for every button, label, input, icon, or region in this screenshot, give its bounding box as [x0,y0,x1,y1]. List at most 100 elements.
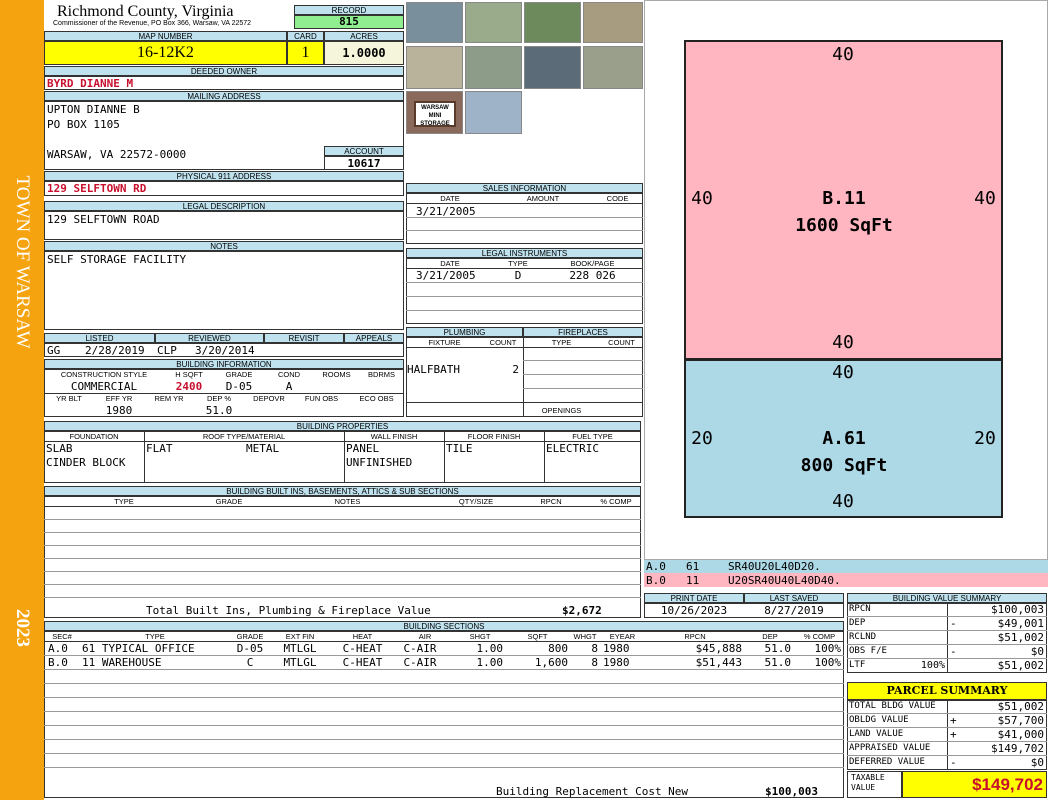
parcel-label: OBLDG VALUE [849,715,909,725]
b-section-name: B.11 [822,188,866,209]
acres-header: ACRES [324,31,404,41]
openings-label: OPENINGS [541,406,582,415]
instr-book: 228 026 [569,269,616,282]
property-photo[interactable] [524,46,581,89]
sec-b-extfin: MTLGL [283,656,317,669]
sec-a-heat: C-HEAT [342,642,383,655]
instr-col-book: BOOK/PAGE [570,259,615,268]
deeded-owner: BYRD DIANNE M [47,77,134,90]
b-dim-left: 40 [691,188,713,209]
replacement-cost: $100,003 [765,785,818,798]
parcel-value: $0 [1030,756,1044,769]
year-label: 2023 [12,609,33,647]
sec-b-rpcn: $51,443 [695,656,742,669]
sales-col-date: DATE [440,194,460,203]
sec-a-grade: D-05 [236,642,264,655]
revisit-header: REVISIT [264,333,344,343]
parcel-sign: - [950,756,957,769]
divider [44,725,844,726]
taxable-label: TAXABLE VALUE [851,773,885,792]
account-header: ACCOUNT [324,146,404,156]
sec-col-comp: % COMP [803,632,836,641]
last-saved-header: LAST SAVED [744,593,844,603]
b-dim-bottom: 40 [832,332,854,353]
roof-type: FLAT [146,442,173,455]
divider [947,603,948,673]
divider [344,431,345,483]
physical-header: PHYSICAL 911 ADDRESS [44,171,404,181]
property-photo[interactable] [406,2,463,43]
bvs-value: $51,002 [997,631,1044,644]
legend-a-id: A.0 [646,560,666,573]
divider [44,669,844,670]
plumb-col-fixture: FIXTURE [428,338,461,347]
col-bdrms: BDRMS [367,370,396,379]
bi-col-notes: NOTES [334,497,361,506]
divider [406,217,643,218]
property-photo[interactable] [465,46,522,89]
instr-type: D [514,269,522,282]
prop-col-roof: ROOF TYPE/MATERIAL [202,432,286,441]
sec-a-shgt: 1.00 [476,642,504,655]
divider [44,739,844,740]
legal-description: 129 SELFTOWN ROAD [47,213,160,226]
dep-value: 51.0 [205,404,233,417]
sec-a-whgt: 8 [591,642,598,655]
property-photo[interactable] [583,46,643,89]
mailing-header: MAILING ADDRESS [44,91,404,101]
eff-yr-value: 1980 [105,404,133,417]
wall-finish-1: PANEL [346,442,380,455]
bvs-value: $51,002 [997,659,1044,672]
a-dim-bottom: 40 [832,491,854,512]
mailing-line1: UPTON DIANNE B [47,103,140,116]
sec-a-air: C-AIR [403,642,437,655]
prop-col-wall: WALL FINISH [370,432,418,441]
divider [44,697,844,698]
notes-text: SELF STORAGE FACILITY [47,253,187,266]
sec-b-grade: C [246,656,254,669]
listed-header: LISTED [44,333,155,343]
foundation-1: SLAB [46,442,73,455]
divider [44,597,641,598]
bi-col-type: TYPE [114,497,134,506]
col-dep: DEP % [206,394,232,403]
hsqft-value: 2400 [175,380,203,393]
property-photo[interactable] [583,2,643,43]
parcel-value: $149,702 [991,742,1044,755]
builtins-total-label: Total Built Ins, Plumbing & Fireplace Va… [146,604,431,617]
property-photo[interactable] [465,91,522,134]
sec-b-dep: 51.0 [764,656,792,669]
legal-header: LEGAL DESCRIPTION [44,201,404,211]
cond-value: A [285,380,293,393]
a-dim-left: 20 [691,428,713,449]
property-photo[interactable] [406,46,463,89]
sec-a-dep: 51.0 [764,642,792,655]
bi-col-rpcn: RPCN [540,497,562,506]
property-photo[interactable] [465,2,522,43]
fireplaces-header: FIREPLACES [523,327,643,337]
sec-b-heat: C-HEAT [342,656,383,669]
legend-b-code: U20SR40U40L40D40. [728,574,841,587]
parcel-label: DEFERRED VALUE [849,757,925,767]
divider [406,296,643,297]
taxable-value: $149,702 [902,771,1047,798]
sec-b-shgt: 1.00 [476,656,504,669]
divider [44,506,641,507]
bvs-sign: - [950,645,957,658]
a-section-area: 800 SqFt [800,455,888,476]
sec-col-extfin: EXT FIN [285,632,315,641]
parcel-sign: + [950,714,957,727]
parcel-label: APPRAISED VALUE [849,743,931,753]
legend-row-b [644,573,1048,587]
town-label: TOWN OF WARSAW [12,175,33,349]
bvs-value: $49,001 [997,617,1044,630]
reviewed-date: 3/20/2014 [195,344,255,357]
listed-date: 2/28/2019 [85,344,145,357]
a-dim-right: 20 [974,428,996,449]
sec-col-shgt: SHGT [469,632,491,641]
sec-col-rpcn: RPCN [684,632,706,641]
bvs-label: RPCN [849,604,871,614]
legend-b-id: B.0 [646,574,666,587]
property-photo[interactable] [524,2,581,43]
col-effyr: EFF YR [105,394,133,403]
